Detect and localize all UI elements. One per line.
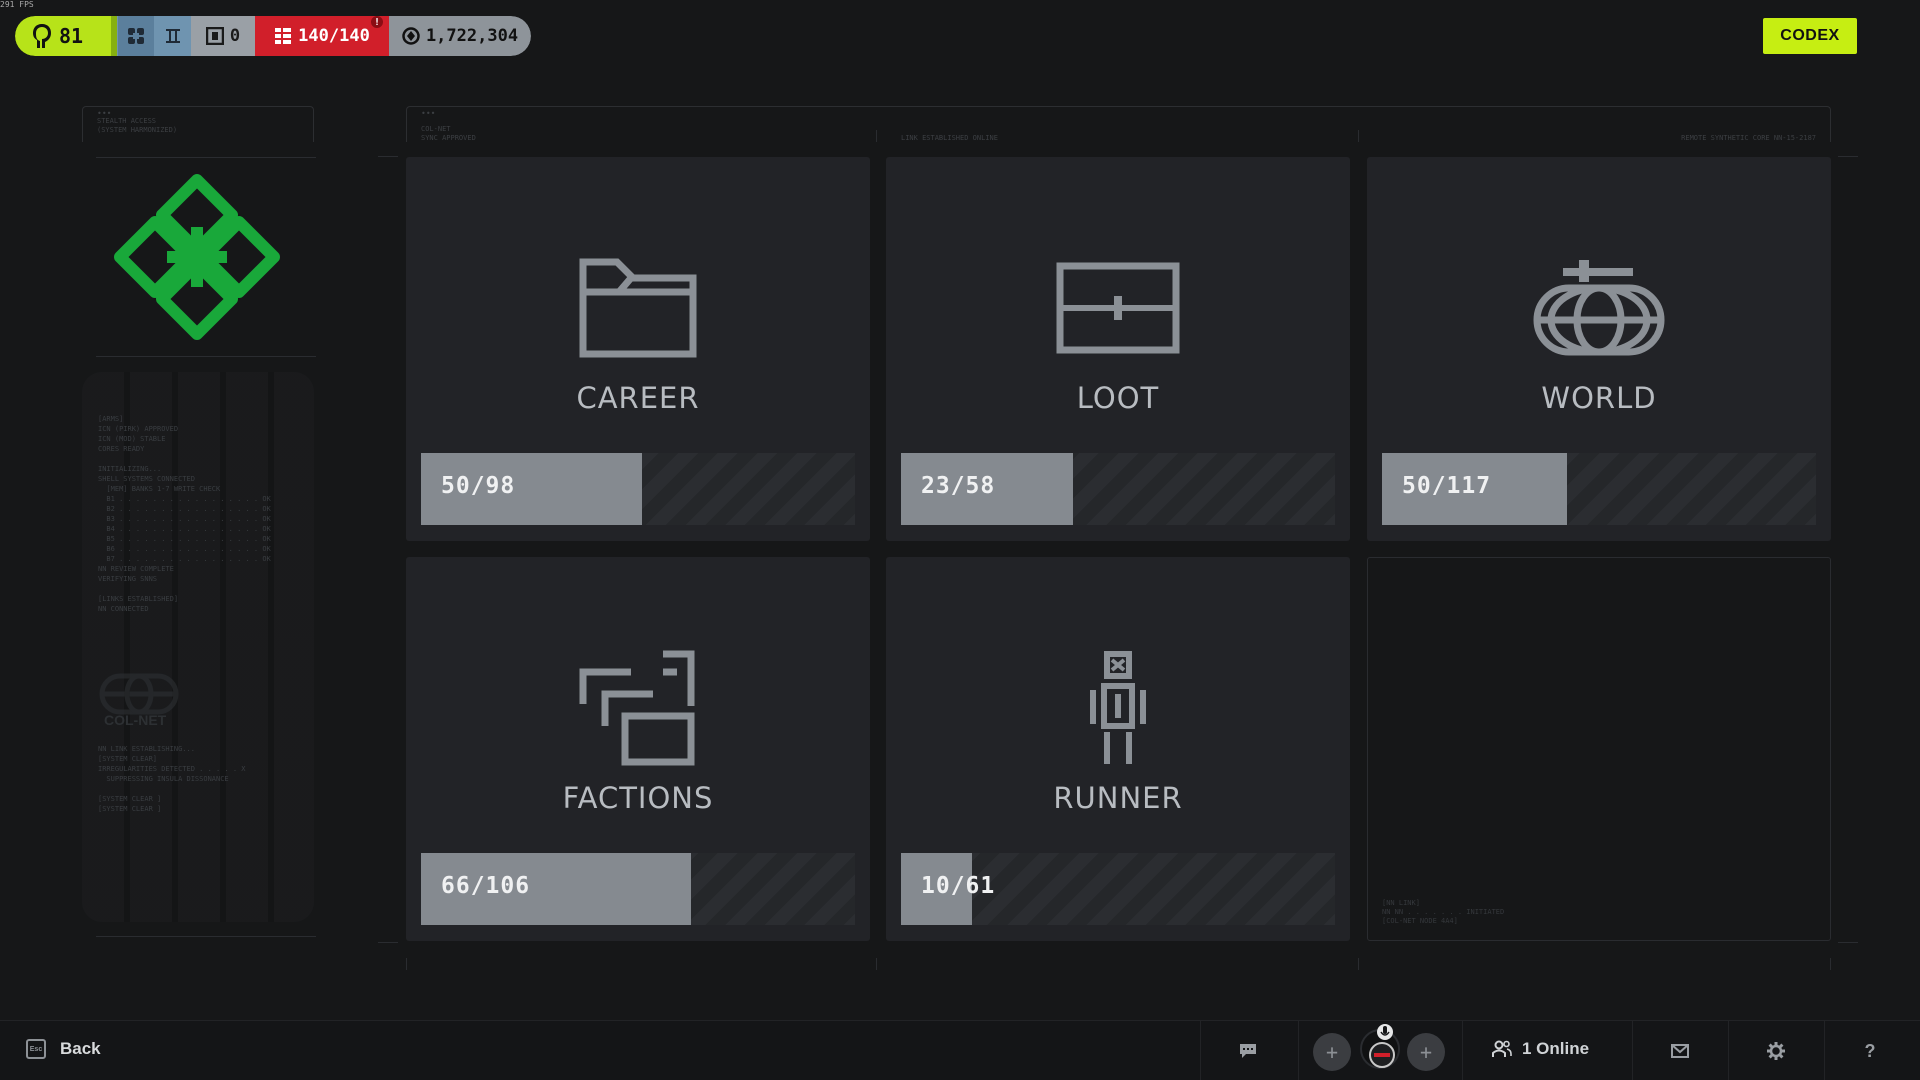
codex-card-loot[interactable]: LOOT 23/58: [886, 157, 1350, 541]
back-label: Back: [60, 1039, 101, 1058]
link-log: NN LINK ESTABLISHING... [SYSTEM CLEAR] I…: [98, 745, 246, 813]
progress-bar: 23/58: [901, 453, 1335, 525]
progress-count: 50/98: [441, 473, 516, 499]
codex-card-empty: [NN LINK] NN NN . . . . . . . INITIATED …: [1367, 557, 1831, 941]
bottom-bar: Esc Back + + 1 Online ?: [0, 1020, 1920, 1080]
add-party-right-button[interactable]: +: [1407, 1033, 1445, 1071]
boot-log: [ARMS] ICN (PIRK) APPROVED ICN (MOD) STA…: [98, 415, 271, 613]
progress-count: 50/117: [1402, 473, 1492, 499]
stash-icon: [205, 27, 224, 45]
progress-bar: 66/106: [421, 853, 855, 925]
esc-key-icon: Esc: [26, 1039, 46, 1059]
add-party-left-button[interactable]: +: [1313, 1033, 1351, 1071]
runner-icon: [1090, 651, 1146, 764]
progress-count: 66/106: [441, 873, 531, 899]
card-title: CAREER: [576, 381, 700, 415]
inventory-icon: [275, 28, 292, 44]
codex-card-factions[interactable]: FACTIONS 66/106: [406, 557, 870, 941]
loadout-mods[interactable]: [117, 16, 191, 56]
progress-bar: 50/117: [1382, 453, 1816, 525]
back-button[interactable]: Esc Back: [26, 1039, 101, 1059]
level-value: 81: [59, 24, 84, 48]
avatar[interactable]: [1360, 1024, 1400, 1069]
card-title: LOOT: [1076, 381, 1160, 415]
capacity-value: 140/140: [298, 26, 370, 46]
crate-icon: [1056, 262, 1180, 354]
currency-value: 1,722,304: [425, 26, 519, 46]
empty-card-log: [NN LINK] NN NN . . . . . . . INITIATED …: [1382, 899, 1505, 925]
top-hud: 81 0 140/140 ! 1,722,304: [15, 16, 531, 56]
faction-emblem-icon: [114, 174, 280, 340]
progress-bar: 50/98: [421, 453, 855, 525]
help-icon[interactable]: ?: [1856, 1037, 1884, 1065]
mail-icon[interactable]: [1666, 1037, 1694, 1065]
stash-counter[interactable]: 0: [191, 16, 255, 56]
colnet-label: COL-NET: [104, 712, 167, 728]
profile-icon: [33, 24, 51, 48]
factions-icon: [579, 650, 695, 766]
progress-count: 10/61: [921, 873, 996, 899]
progress-count: 23/58: [921, 473, 996, 499]
progress-bar: 10/61: [901, 853, 1335, 925]
codex-button[interactable]: CODEX: [1763, 18, 1857, 54]
online-label: 1 Online: [1522, 1039, 1590, 1058]
coin-icon: [402, 27, 420, 45]
online-friends-button[interactable]: 1 Online: [1492, 1039, 1589, 1059]
microphone-icon: [1377, 1024, 1393, 1040]
inventory-capacity[interactable]: 140/140 !: [255, 16, 389, 56]
friends-icon: [1492, 1040, 1512, 1057]
shield-icon: [155, 16, 191, 56]
codex-card-career[interactable]: CAREER 50/98: [406, 157, 870, 541]
alert-icon: !: [369, 16, 385, 30]
stash-value: 0: [229, 26, 241, 46]
augment-icon: [117, 16, 154, 56]
fps-counter: 291 FPS: [0, 0, 34, 9]
card-title: WORLD: [1541, 381, 1657, 415]
currency-counter[interactable]: 1,722,304: [389, 16, 531, 56]
card-title: RUNNER: [1053, 781, 1183, 815]
folder-icon: [579, 258, 697, 358]
card-title: FACTIONS: [562, 781, 714, 815]
gear-icon[interactable]: [1762, 1037, 1790, 1065]
level-badge[interactable]: 81: [15, 16, 117, 56]
world-icon: [1533, 260, 1665, 356]
codex-card-world[interactable]: WORLD 50/117: [1367, 157, 1831, 541]
left-panel-header: ••• STEALTH ACCESS (SYSTEM HARMONIZED): [82, 106, 314, 142]
codex-card-runner[interactable]: RUNNER 10/61: [886, 557, 1350, 941]
chat-icon[interactable]: [1234, 1037, 1262, 1065]
main-panel-header: ••• COL-NET SYNC APPROVED LINK ESTABLISH…: [406, 106, 1831, 142]
